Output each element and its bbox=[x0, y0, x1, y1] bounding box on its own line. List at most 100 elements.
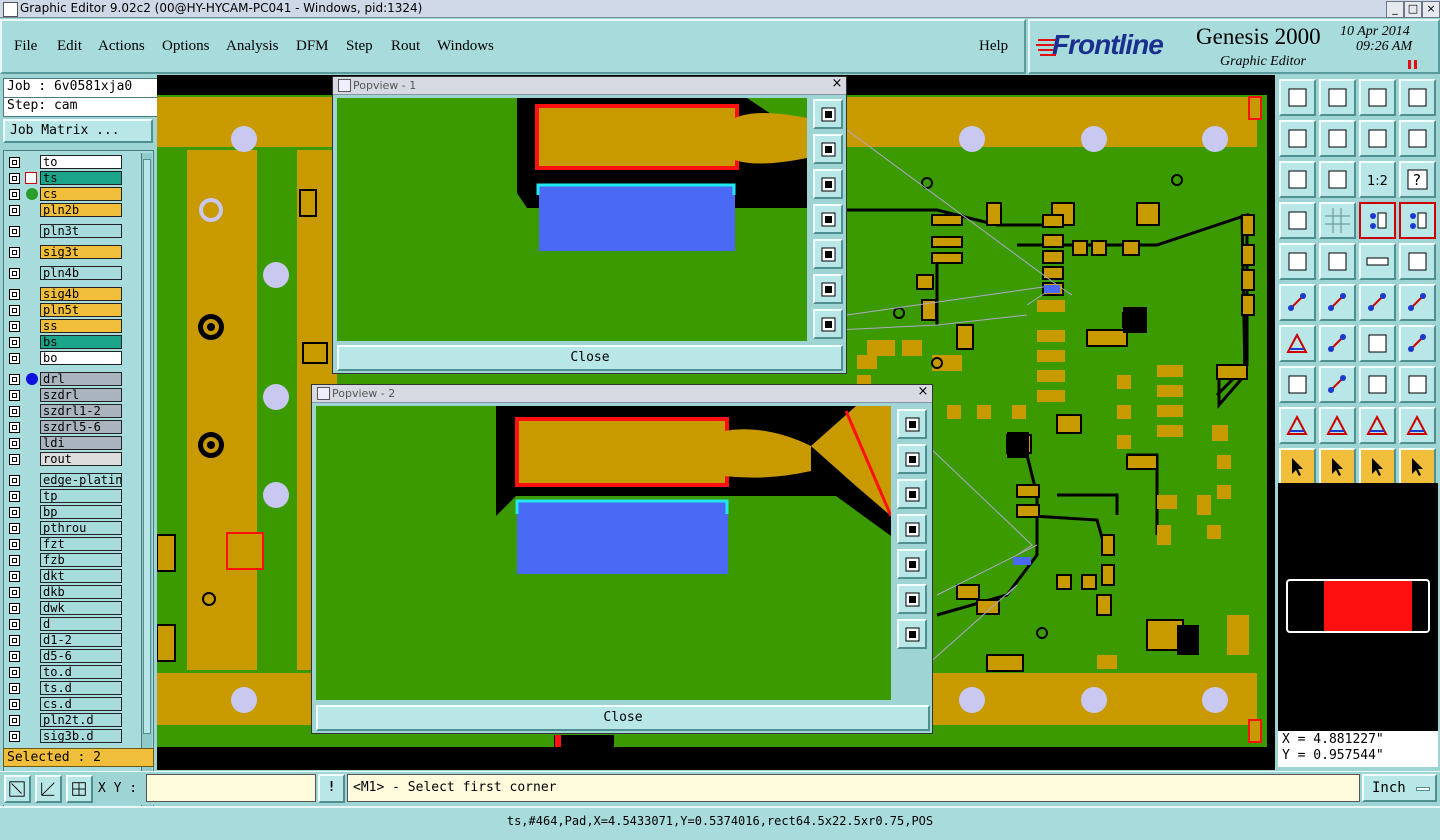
layer-row-sig4b[interactable]: sig4b bbox=[6, 287, 124, 302]
layer-checkbox[interactable] bbox=[9, 305, 20, 316]
layer-row-d[interactable]: d bbox=[6, 617, 124, 632]
layer-row-szdrl5-6[interactable]: szdrl5-6 bbox=[6, 420, 124, 435]
popview-tool-button[interactable] bbox=[897, 479, 927, 509]
layer-row-dkb[interactable]: dkb bbox=[6, 585, 124, 600]
layer-checkbox[interactable] bbox=[9, 491, 20, 502]
tool-button-angle[interactable] bbox=[1279, 325, 1316, 362]
tool-button-pointer-box[interactable] bbox=[1319, 448, 1356, 485]
layer-name[interactable]: to.d bbox=[40, 665, 122, 679]
layer-name[interactable]: szdrl bbox=[40, 388, 122, 402]
tool-button-net-select-2[interactable] bbox=[1399, 202, 1436, 239]
layer-checkbox[interactable] bbox=[9, 189, 20, 200]
layer-name[interactable]: szdrl1-2 bbox=[40, 404, 122, 418]
units-select[interactable]: Inch bbox=[1362, 774, 1437, 802]
layer-checkbox[interactable] bbox=[9, 247, 20, 258]
layer-name[interactable]: szdrl5-6 bbox=[40, 420, 122, 434]
layer-name[interactable]: ts bbox=[40, 171, 122, 185]
layer-row-ldi[interactable]: ldi bbox=[6, 436, 124, 451]
minimize-button[interactable]: _ bbox=[1386, 1, 1404, 18]
layer-row-pln5t[interactable]: pln5t bbox=[6, 303, 124, 318]
popview-tool-button[interactable] bbox=[897, 584, 927, 614]
layer-row-drl[interactable]: drl bbox=[6, 372, 124, 387]
layer-checkbox[interactable] bbox=[9, 157, 20, 168]
layer-name[interactable]: pln3t bbox=[40, 224, 122, 238]
popview-tool-button[interactable] bbox=[813, 309, 843, 339]
layer-row-dkt[interactable]: dkt bbox=[6, 569, 124, 584]
layer-row-sig3t[interactable]: sig3t bbox=[6, 245, 124, 260]
layer-row-ss[interactable]: ss bbox=[6, 319, 124, 334]
menu-options[interactable]: Options bbox=[162, 38, 210, 55]
grid-snap-button[interactable] bbox=[66, 775, 93, 803]
layer-row-d1-2[interactable]: d1-2 bbox=[6, 633, 124, 648]
tool-button-fit-all[interactable] bbox=[1279, 161, 1316, 198]
layer-row-pln3t[interactable]: pln3t bbox=[6, 224, 124, 239]
tool-button-scale-ratio[interactable]: 1:2 bbox=[1359, 161, 1396, 198]
layer-name[interactable]: d1-2 bbox=[40, 633, 122, 647]
layer-row-d5-6[interactable]: d5-6 bbox=[6, 649, 124, 664]
layer-name[interactable]: bs bbox=[40, 335, 122, 349]
tool-button-cross[interactable] bbox=[1319, 284, 1356, 321]
layer-name[interactable]: sig3t bbox=[40, 245, 122, 259]
layer-checkbox[interactable] bbox=[9, 539, 20, 550]
tool-button-pointer[interactable] bbox=[1279, 448, 1316, 485]
popview-tool-button[interactable] bbox=[813, 204, 843, 234]
zoom-area-button[interactable] bbox=[4, 775, 31, 803]
layer-checkbox[interactable] bbox=[9, 571, 20, 582]
popview-tool-button[interactable] bbox=[813, 99, 843, 129]
layer-checkbox[interactable] bbox=[9, 507, 20, 518]
layer-checkbox[interactable] bbox=[9, 603, 20, 614]
layer-name[interactable]: ss bbox=[40, 319, 122, 333]
layer-checkbox[interactable] bbox=[9, 667, 20, 678]
layer-checkbox[interactable] bbox=[9, 587, 20, 598]
layer-row-ts[interactable]: ts bbox=[6, 171, 124, 186]
layer-row-sig3b.d[interactable]: sig3b.d bbox=[6, 729, 124, 744]
tool-button-measure-box[interactable] bbox=[1359, 366, 1396, 403]
tool-button-rotate[interactable] bbox=[1359, 120, 1396, 157]
layer-scrollbar[interactable] bbox=[141, 153, 152, 817]
layer-name[interactable]: dkt bbox=[40, 569, 122, 583]
popview-tool-button[interactable] bbox=[813, 134, 843, 164]
tool-button-pointer-network[interactable] bbox=[1399, 448, 1436, 485]
tool-button-split-view[interactable] bbox=[1399, 79, 1436, 116]
tool-button-home[interactable] bbox=[1359, 79, 1396, 116]
menu-actions[interactable]: Actions bbox=[98, 38, 145, 55]
layer-name[interactable]: edge-plating bbox=[40, 473, 122, 487]
tool-button-pad[interactable] bbox=[1279, 243, 1316, 280]
layer-row-szdrl1-2[interactable]: szdrl1-2 bbox=[6, 404, 124, 419]
layer-name[interactable]: dwk bbox=[40, 601, 122, 615]
layer-name[interactable]: ts.d bbox=[40, 681, 122, 695]
tool-button-arc[interactable] bbox=[1359, 325, 1396, 362]
layer-checkbox[interactable] bbox=[9, 406, 20, 417]
tool-button-connect-pads[interactable] bbox=[1279, 284, 1316, 321]
layer-name[interactable]: dkb bbox=[40, 585, 122, 599]
layer-row-tp[interactable]: tp bbox=[6, 489, 124, 504]
tool-button-export[interactable] bbox=[1319, 79, 1356, 116]
layer-checkbox[interactable] bbox=[9, 731, 20, 742]
layer-checkbox[interactable] bbox=[9, 475, 20, 486]
popview-tool-button[interactable] bbox=[897, 549, 927, 579]
popview-tool-button[interactable] bbox=[897, 619, 927, 649]
menu-help[interactable]: Help bbox=[979, 38, 1008, 55]
popview-2-close-button[interactable]: Close bbox=[316, 705, 930, 731]
popview-1-close-button[interactable]: Close bbox=[337, 345, 843, 371]
maximize-button[interactable]: □ bbox=[1404, 1, 1422, 18]
tool-button-move-left[interactable] bbox=[1279, 120, 1316, 157]
layer-name[interactable]: drl bbox=[40, 372, 122, 386]
popview-tool-button[interactable] bbox=[813, 274, 843, 304]
popview-tool-button[interactable] bbox=[897, 514, 927, 544]
menu-rout[interactable]: Rout bbox=[391, 38, 420, 55]
layer-row-fzt[interactable]: fzt bbox=[6, 537, 124, 552]
tool-button-pointer-box-2[interactable] bbox=[1359, 448, 1396, 485]
tool-button-net-select[interactable] bbox=[1359, 202, 1396, 239]
menu-analysis[interactable]: Analysis bbox=[226, 38, 279, 55]
layer-name[interactable]: sig3b.d bbox=[40, 729, 122, 743]
tool-button-move-right[interactable] bbox=[1319, 120, 1356, 157]
layer-checkbox[interactable] bbox=[9, 523, 20, 534]
popview-tool-button[interactable] bbox=[897, 444, 927, 474]
layer-name[interactable]: pln2b bbox=[40, 203, 122, 217]
tool-button-cut-line[interactable] bbox=[1319, 366, 1356, 403]
tool-button-snake[interactable] bbox=[1399, 120, 1436, 157]
layer-name[interactable]: to bbox=[40, 155, 122, 169]
layer-row-to.d[interactable]: to.d bbox=[6, 665, 124, 680]
warning-button[interactable]: ! bbox=[318, 774, 345, 803]
